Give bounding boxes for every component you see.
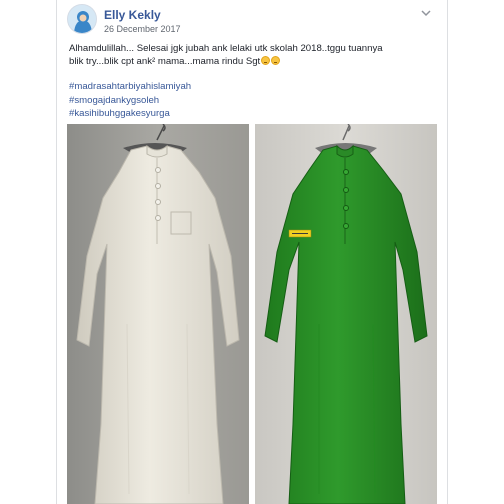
avatar[interactable] bbox=[67, 4, 97, 34]
hashtag-list: #madrasahtarbiyahislamiyah #smogajdankyg… bbox=[69, 80, 191, 121]
sad-face-emoji-icon bbox=[271, 56, 281, 65]
post-text-line-1: Alhamdulillah... Selesai jgk jubah ank l… bbox=[69, 43, 383, 54]
post-text-line-2: blik try...blik cpt ank² mama...mama rin… bbox=[69, 56, 261, 67]
profile-picture-icon bbox=[68, 5, 96, 33]
post-text-line-2-wrap: blik try...blik cpt ank² mama...mama rin… bbox=[69, 55, 437, 68]
hashtag-link[interactable]: #kasihibuhggakesyurga bbox=[69, 107, 191, 121]
photo-green-robe[interactable] bbox=[255, 124, 437, 504]
post-text: Alhamdulillah... Selesai jgk jubah ank l… bbox=[69, 42, 437, 68]
facebook-post: Elly Kekly 26 December 2017 Alhamdulilla… bbox=[56, 0, 448, 504]
green-robe-photo-icon bbox=[255, 124, 437, 504]
author-name[interactable]: Elly Kekly bbox=[104, 8, 161, 22]
sad-face-emoji-icon bbox=[261, 56, 271, 65]
white-robe-photo-icon bbox=[67, 124, 249, 504]
hashtag-link[interactable]: #madrasahtarbiyahislamiyah bbox=[69, 80, 191, 94]
hashtag-link[interactable]: #smogajdankygsoleh bbox=[69, 94, 191, 108]
post-date[interactable]: 26 December 2017 bbox=[104, 24, 181, 34]
chevron-down-icon[interactable] bbox=[419, 6, 433, 18]
photo-white-robe[interactable] bbox=[67, 124, 249, 504]
